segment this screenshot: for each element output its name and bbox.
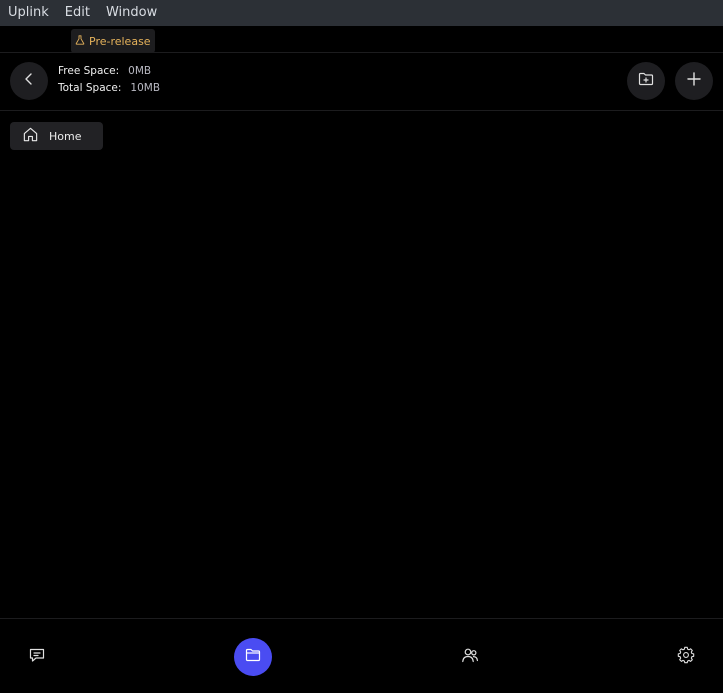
- users-icon: [461, 646, 479, 668]
- nav-settings-button[interactable]: [667, 638, 705, 676]
- file-list: [0, 160, 723, 615]
- back-button[interactable]: [10, 62, 48, 100]
- pre-release-badge: Pre-release: [71, 29, 155, 53]
- divider: [0, 52, 723, 53]
- flask-icon: [75, 34, 85, 48]
- total-space-label: Total Space:: [58, 82, 122, 94]
- folder-icon: [244, 646, 262, 668]
- menu-uplink[interactable]: Uplink: [0, 0, 57, 26]
- bottom-nav: [0, 618, 723, 693]
- nav-chats-button[interactable]: [18, 638, 56, 676]
- app-window: Uplink Edit Window Pre-release Free Spac…: [0, 0, 723, 693]
- pre-release-label: Pre-release: [89, 34, 151, 48]
- free-space-label: Free Space:: [58, 65, 120, 77]
- breadcrumb-label: Home: [49, 129, 82, 143]
- chat-icon: [28, 646, 46, 668]
- nav-friends-button[interactable]: [451, 638, 489, 676]
- divider: [0, 110, 723, 111]
- menu-edit[interactable]: Edit: [57, 0, 98, 26]
- storage-info: Free Space: 0MB Total Space: 10MB: [58, 63, 160, 97]
- nav-files-button[interactable]: [234, 638, 272, 676]
- total-space-value: 10MB: [130, 82, 161, 94]
- chevron-left-icon: [20, 70, 38, 92]
- gear-icon: [677, 646, 695, 668]
- folder-plus-icon: [637, 70, 655, 92]
- breadcrumb-home[interactable]: Home: [10, 122, 103, 150]
- plus-icon: [685, 70, 703, 92]
- new-folder-button[interactable]: [627, 62, 665, 100]
- home-icon: [22, 126, 39, 146]
- menu-bar: Uplink Edit Window: [0, 0, 723, 26]
- menu-window[interactable]: Window: [98, 0, 165, 26]
- free-space-value: 0MB: [128, 65, 152, 77]
- add-button[interactable]: [675, 62, 713, 100]
